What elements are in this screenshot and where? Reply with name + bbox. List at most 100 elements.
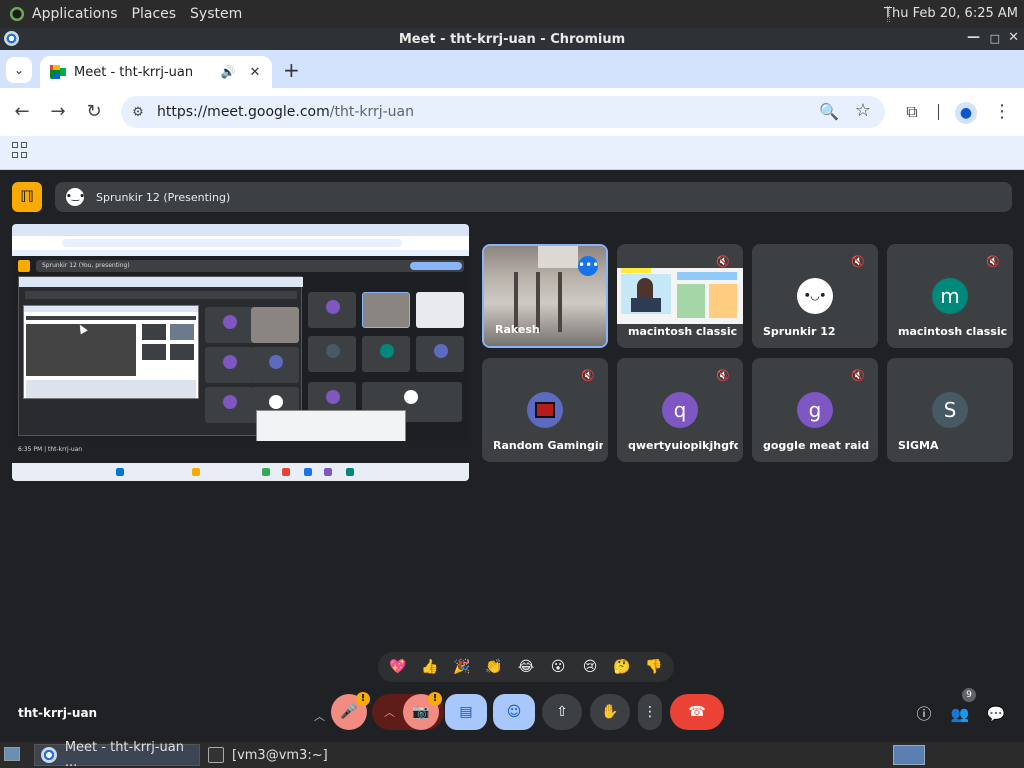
people-count-badge: 9 (962, 688, 976, 702)
present-screen-button[interactable]: ⇧ (542, 694, 582, 730)
more-options-icon[interactable]: ••• (578, 256, 599, 276)
participant-tile-sprunkir-12[interactable]: 🔇 •◡• Sprunkir 12 (752, 244, 878, 348)
participant-avatar (527, 392, 563, 428)
kebab-menu-icon[interactable]: ⋮ (990, 100, 1014, 124)
mic-off-icon: 🔇 (716, 255, 730, 268)
meeting-code: tht-krrj-uan (18, 706, 98, 720)
reload-button[interactable]: ↻ (82, 100, 106, 124)
shared-status-text: 6:35 PM | tht-krrj-uan (18, 446, 83, 453)
participant-tile-rakesh[interactable]: ••• Rakesh (482, 244, 608, 348)
shared-screen-taskbar (12, 463, 469, 481)
reaction-surprised-button[interactable]: 😮 (547, 656, 569, 678)
chat-icon[interactable]: 💬 (986, 704, 1006, 724)
meet-logo-icon[interactable]: ℿ (12, 182, 42, 212)
participant-name: Sprunkir 12 (763, 325, 836, 338)
participant-name: qwertyuiopikjhgfd... (628, 439, 738, 452)
more-options-button[interactable]: ⋮ (638, 694, 662, 730)
system-menu[interactable]: System (190, 6, 242, 22)
participant-avatar: q (662, 392, 698, 428)
shared-screen-addressbar (12, 236, 469, 250)
shared-screen-logo (18, 260, 30, 272)
star-icon[interactable]: ☆ (855, 100, 871, 121)
tab-search-button[interactable]: ⌄ (6, 57, 32, 83)
nested-screen (23, 305, 199, 399)
reaction-laugh-button[interactable]: 😂 (515, 656, 537, 678)
meeting-info-icon[interactable]: ⓘ (914, 704, 934, 724)
shared-screen-presenting-bar: Sprunkir 12 (You, presenting) (36, 260, 464, 272)
show-desktop-icon[interactable] (4, 747, 20, 761)
meet-area: ℿ •‿• Sprunkir 12 (Presenting) Sprunkir … (0, 170, 1024, 742)
phone-hangup-icon: ☎ (688, 704, 706, 720)
speaker-icon[interactable]: 🔊 (220, 65, 236, 79)
reaction-thumbs-down-button[interactable]: 👎 (643, 656, 665, 678)
participant-avatar: m (932, 278, 968, 314)
puzzle-icon[interactable]: ⧉ (900, 100, 924, 124)
camera-off-icon: 📷 (412, 704, 430, 720)
applications-menu[interactable]: Applications (32, 6, 118, 22)
reaction-heart-button[interactable]: 💖 (387, 656, 409, 678)
participant-tile-goggle-meat-raid[interactable]: 🔇 g goggle meat raid (752, 358, 878, 462)
participant-name: Random Gamingin... (493, 439, 603, 452)
participant-name: macintosh classic ... (628, 325, 738, 338)
people-icon[interactable]: 👥 (950, 704, 970, 724)
minimize-button[interactable]: — (967, 30, 980, 45)
back-button[interactable]: ← (10, 100, 34, 124)
reaction-party-button[interactable]: 🎉 (451, 656, 473, 678)
toolbar-divider (938, 104, 939, 120)
window-title: Meet - tht-krrj-uan - Chromium (398, 31, 626, 47)
workspace-switcher[interactable] (893, 745, 925, 765)
leave-call-button[interactable]: ☎ (670, 694, 724, 730)
reaction-thinking-button[interactable]: 🤔 (611, 656, 633, 678)
participant-tile-macintosh-classic[interactable]: 🔇 macintosh classic ... (617, 244, 743, 348)
smiley-icon: ☺ (506, 704, 522, 720)
mic-off-icon: 🎤 (340, 704, 358, 720)
raise-hand-button[interactable]: ✋ (590, 694, 630, 730)
participant-tile-macintosh-classic-1[interactable]: 🔇 m macintosh classic 1 (887, 244, 1013, 348)
emoji-reactions-button[interactable]: ☺ (493, 694, 535, 730)
bottom-taskbar: Meet - tht-krrj-uan ... [vm3@vm3:~] (0, 740, 1024, 768)
apps-grid-icon[interactable] (12, 142, 28, 158)
maximize-button[interactable]: □ (990, 32, 1000, 45)
shared-screen-stop-button (410, 262, 462, 270)
magnifier-icon[interactable]: 🔍 (819, 102, 839, 121)
captions-button[interactable]: ▤ (445, 694, 487, 730)
shared-screen[interactable]: Sprunkir 12 (You, presenting) 6:35 PM | … (12, 224, 469, 481)
reaction-thumbs-up-button[interactable]: 👍 (419, 656, 441, 678)
reload-icon: ↻ (86, 101, 102, 122)
browser-toolbar: ← → ↻ ⚙ https://meet.google.com/tht-krrj… (0, 88, 1024, 136)
reactions-bar: 💖 👍 🎉 👏 😂 😮 😢 🤔 👎 (378, 652, 674, 682)
audio-settings-chevron-icon[interactable]: ︿ (314, 708, 325, 724)
chromium-icon (4, 31, 19, 46)
forward-button[interactable]: → (46, 100, 70, 124)
address-bar[interactable]: ⚙ https://meet.google.com/tht-krrj-uan 🔍… (121, 96, 885, 128)
person-icon[interactable]: ● (954, 100, 978, 124)
window-titlebar[interactable]: Meet - tht-krrj-uan - Chromium — □ ✕ (0, 28, 1024, 50)
chevron-down-icon: ⌄ (13, 63, 25, 77)
panel-clock[interactable]: Thu Feb 20, 6:25 AM (884, 6, 1018, 21)
participant-name: Rakesh (495, 323, 540, 336)
tab-title: Meet - tht-krrj-uan (74, 64, 194, 80)
video-settings-chevron-icon[interactable]: ︿ (384, 704, 395, 720)
new-tab-button[interactable]: + (283, 58, 300, 82)
url-host: https://meet.google.com (157, 104, 330, 120)
reaction-clap-button[interactable]: 👏 (483, 656, 505, 678)
mic-off-icon: 🔇 (851, 255, 865, 268)
close-window-button[interactable]: ✕ (1008, 30, 1019, 45)
reaction-sad-button[interactable]: 😢 (579, 656, 601, 678)
mic-warning-badge: ! (356, 692, 370, 706)
participant-tile-random-gaming[interactable]: 🔇 Random Gamingin... (482, 358, 608, 462)
participant-tile-qwerty[interactable]: 🔇 q qwertyuiopikjhgfd... (617, 358, 743, 462)
participant-video (617, 268, 743, 324)
tab-meet[interactable]: Meet - tht-krrj-uan 🔊 ✕ (40, 56, 272, 88)
gnome-foot-icon[interactable] (8, 5, 26, 23)
site-info-icon[interactable]: ⚙ (129, 105, 147, 120)
places-menu[interactable]: Places (132, 6, 177, 22)
participant-avatar: g (797, 392, 833, 428)
participant-tile-sigma[interactable]: S SIGMA (887, 358, 1013, 462)
close-tab-icon[interactable]: ✕ (248, 65, 262, 80)
participant-avatar: S (932, 392, 968, 428)
taskbar-item-terminal[interactable]: [vm3@vm3:~] (202, 744, 352, 766)
hand-icon: ✋ (601, 704, 619, 720)
taskbar-item-meet[interactable]: Meet - tht-krrj-uan ... (34, 740, 200, 768)
bookmarks-bar (0, 136, 1024, 170)
